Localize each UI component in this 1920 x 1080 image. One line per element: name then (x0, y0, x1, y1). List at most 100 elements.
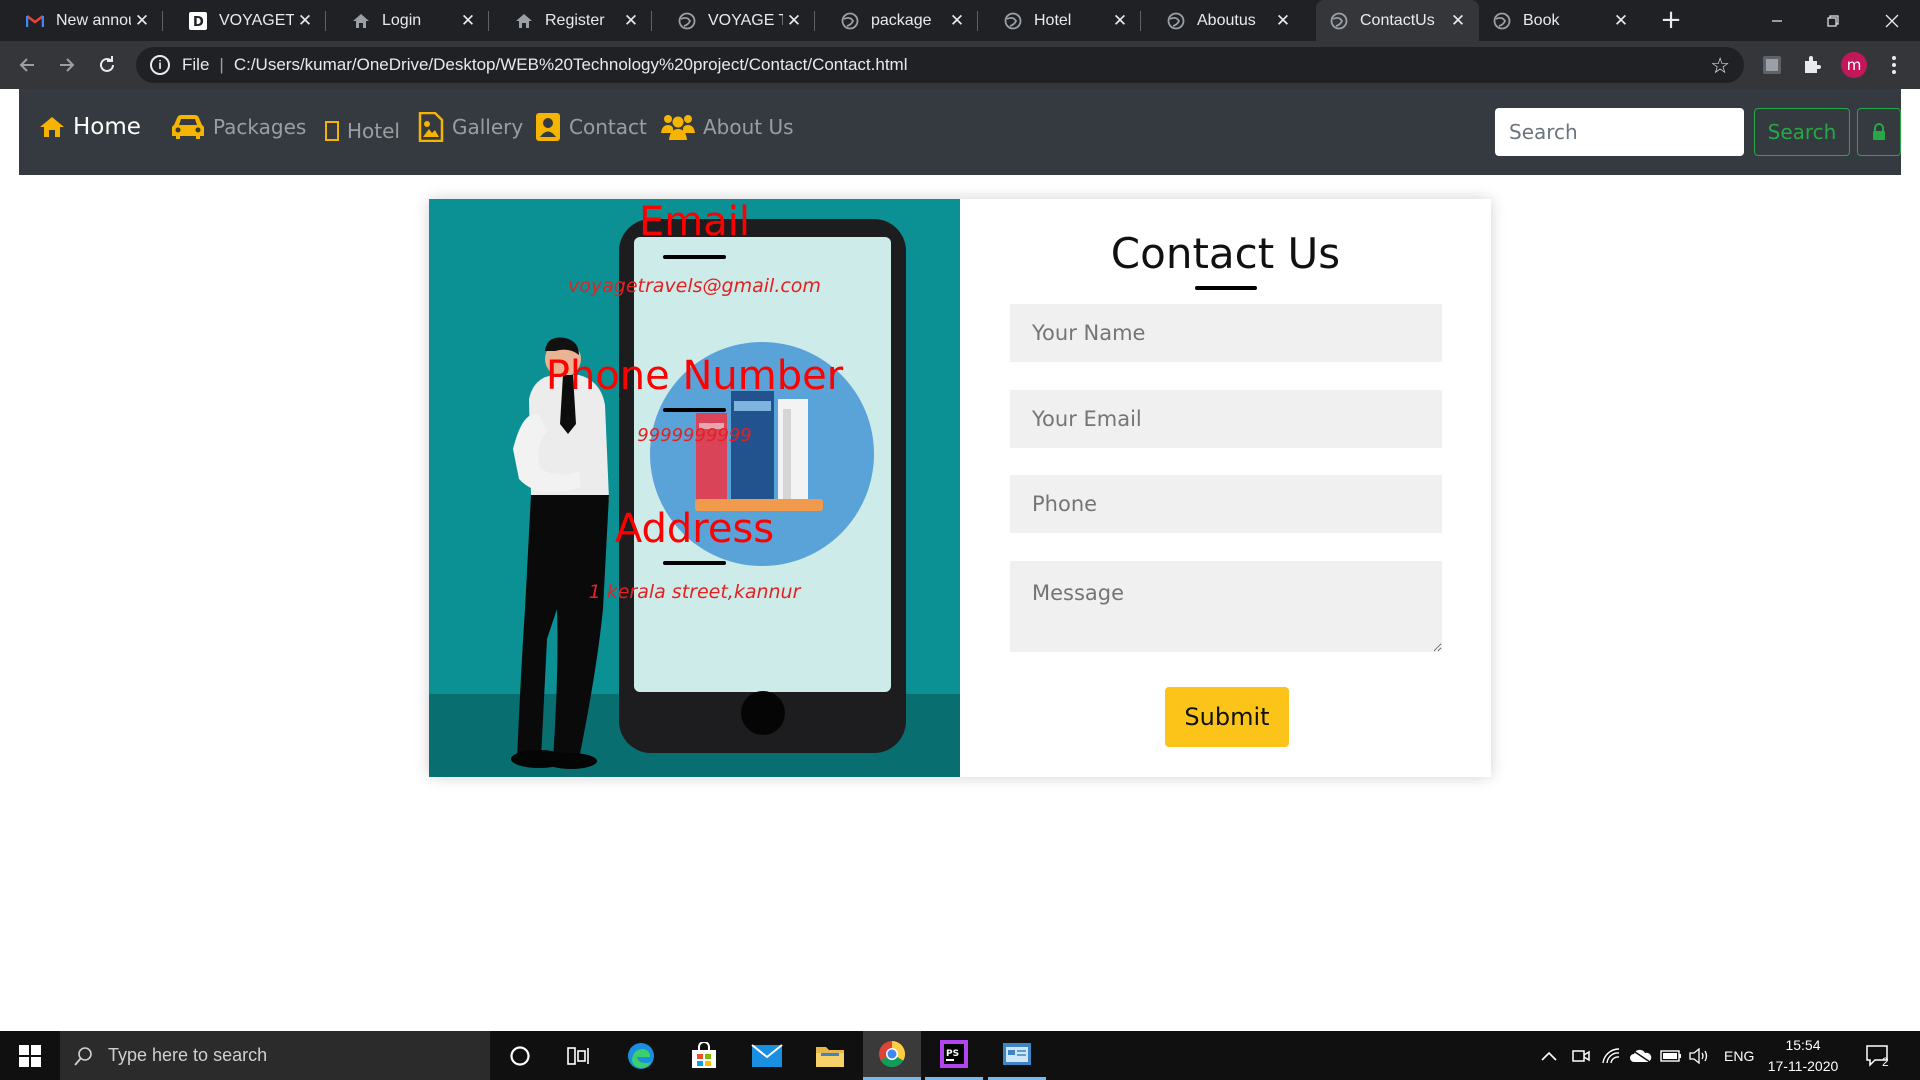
house-icon (352, 12, 370, 30)
users-icon (661, 113, 695, 141)
phone-value: 9999999999 (637, 425, 752, 446)
edge-icon[interactable] (612, 1031, 670, 1080)
tab-close-icon[interactable]: ✕ (1447, 11, 1469, 31)
tab-title: Book (1523, 11, 1560, 29)
minimize-button[interactable] (1749, 0, 1805, 41)
nav-hotel-label: Hotel (347, 119, 400, 143)
tab-package[interactable]: package ✕ (815, 0, 978, 41)
submit-button[interactable]: Submit (1165, 687, 1289, 747)
message-textarea[interactable] (1010, 561, 1442, 652)
browser-menu-icon[interactable] (1883, 54, 1905, 76)
tab-close-icon[interactable]: ✕ (946, 11, 968, 31)
gmail-icon (26, 12, 44, 30)
tab-title: New announ (56, 11, 131, 29)
tab-contactus[interactable]: ContactUs ✕ (1316, 0, 1479, 41)
volume-icon[interactable] (1689, 1031, 1709, 1080)
contact-form: Contact Us Submit (960, 199, 1491, 777)
tab-voyage-tr[interactable]: VOYAGE TR ✕ (652, 0, 815, 41)
windows-taskbar: Type here to search PS ENG 15:54 17-11-2… (0, 1031, 1920, 1080)
windows-logo-icon (19, 1044, 41, 1067)
tab-close-icon[interactable]: ✕ (1610, 11, 1632, 31)
login-lock-button[interactable] (1857, 108, 1901, 156)
globe-icon (1004, 12, 1022, 30)
tab-register[interactable]: Register ✕ (489, 0, 652, 41)
file-explorer-icon[interactable] (801, 1031, 859, 1080)
nav-hotel[interactable]: Hotel (325, 107, 400, 155)
address-underline (663, 561, 726, 565)
globe-icon (1167, 12, 1185, 30)
nav-packages[interactable]: Packages (171, 103, 306, 151)
restore-icon (1827, 14, 1839, 27)
forward-button[interactable] (51, 49, 83, 81)
tab-book[interactable]: Book ✕ (1479, 0, 1642, 41)
profile-avatar[interactable]: m (1841, 52, 1867, 78)
meet-now-icon[interactable] (1572, 1031, 1590, 1080)
new-tab-button[interactable]: + (1655, 4, 1687, 36)
extension-screenshot-icon[interactable] (1761, 54, 1783, 76)
back-button[interactable] (11, 49, 43, 81)
tab-voyagetra[interactable]: D VOYAGETRA ✕ (163, 0, 326, 41)
search-icon (74, 1046, 94, 1066)
task-view-icon[interactable] (550, 1031, 608, 1080)
tab-hotel[interactable]: Hotel ✕ (978, 0, 1141, 41)
tab-title: Login (382, 11, 422, 29)
show-hidden-icons-chevron-icon[interactable] (1541, 1031, 1557, 1080)
tab-gmail[interactable]: New announ ✕ (0, 0, 163, 41)
phpstorm-icon[interactable]: PS (925, 1031, 983, 1080)
close-window-button[interactable] (1864, 0, 1920, 41)
battery-icon[interactable] (1660, 1031, 1682, 1080)
tab-title: VOYAGE TR (708, 11, 783, 29)
taskbar-clock[interactable]: 15:54 17-11-2020 (1763, 1035, 1843, 1077)
contact-card: Email voyagetravels@gmail.com Phone Numb… (429, 199, 1491, 777)
control-panel-icon[interactable] (988, 1031, 1046, 1080)
start-button[interactable] (0, 1031, 60, 1080)
tab-close-icon[interactable]: ✕ (131, 11, 153, 31)
store-icon[interactable] (675, 1031, 733, 1080)
address-bar[interactable]: i File | C:/Users/kumar/OneDrive/Desktop… (136, 47, 1744, 83)
mail-icon[interactable] (738, 1031, 796, 1080)
bookmark-star-icon[interactable]: ☆ (1710, 53, 1730, 79)
site-search-input[interactable] (1495, 108, 1744, 156)
clock-time: 15:54 (1785, 1037, 1821, 1053)
email-input[interactable] (1010, 390, 1442, 448)
notification-center-icon[interactable]: 2 (1866, 1031, 1889, 1080)
browser-tab-strip: New announ ✕ D VOYAGETRA ✕ Login ✕ Regis… (0, 0, 1920, 41)
tab-close-icon[interactable]: ✕ (294, 11, 316, 31)
browser-toolbar: i File | C:/Users/kumar/OneDrive/Desktop… (0, 41, 1920, 89)
onedrive-cloud-icon[interactable] (1630, 1031, 1652, 1080)
tab-title: package (871, 11, 932, 29)
taskbar-search-box[interactable]: Type here to search (60, 1031, 490, 1080)
reload-button[interactable] (91, 49, 123, 81)
hotel-icon (325, 121, 339, 141)
nav-about-us[interactable]: About Us (661, 103, 794, 151)
tab-aboutus[interactable]: Aboutus ✕ (1141, 0, 1304, 41)
nav-home[interactable]: Home (39, 103, 141, 151)
tab-close-icon[interactable]: ✕ (457, 11, 479, 31)
site-info-icon[interactable]: i (150, 55, 170, 75)
chrome-icon[interactable] (863, 1031, 921, 1080)
name-input[interactable] (1010, 304, 1442, 362)
phone-input[interactable] (1010, 475, 1442, 533)
tab-login[interactable]: Login ✕ (326, 0, 489, 41)
language-indicator[interactable]: ENG (1724, 1031, 1754, 1080)
tab-title: Register (545, 11, 605, 29)
nav-gallery[interactable]: Gallery (418, 103, 523, 151)
svg-text:D: D (193, 15, 204, 30)
site-search-button[interactable]: Search (1754, 108, 1850, 156)
tab-close-icon[interactable]: ✕ (1109, 11, 1131, 31)
tab-close-icon[interactable]: ✕ (783, 11, 805, 31)
extensions-puzzle-icon[interactable] (1801, 54, 1823, 76)
globe-icon (841, 12, 859, 30)
phone-heading: Phone Number (545, 353, 844, 399)
wifi-icon[interactable] (1602, 1031, 1620, 1080)
url-text[interactable]: C:/Users/kumar/OneDrive/Desktop/WEB%20Te… (234, 55, 908, 75)
email-heading: Email (639, 199, 750, 245)
tab-close-icon[interactable]: ✕ (1272, 11, 1294, 31)
notification-count: 2 (1882, 1054, 1889, 1069)
form-title-underline (1195, 286, 1257, 290)
restore-button[interactable] (1805, 0, 1861, 41)
tab-close-icon[interactable]: ✕ (620, 11, 642, 31)
cortana-icon[interactable] (491, 1031, 549, 1080)
d-logo-icon: D (189, 11, 207, 30)
nav-contact[interactable]: Contact (535, 103, 647, 151)
